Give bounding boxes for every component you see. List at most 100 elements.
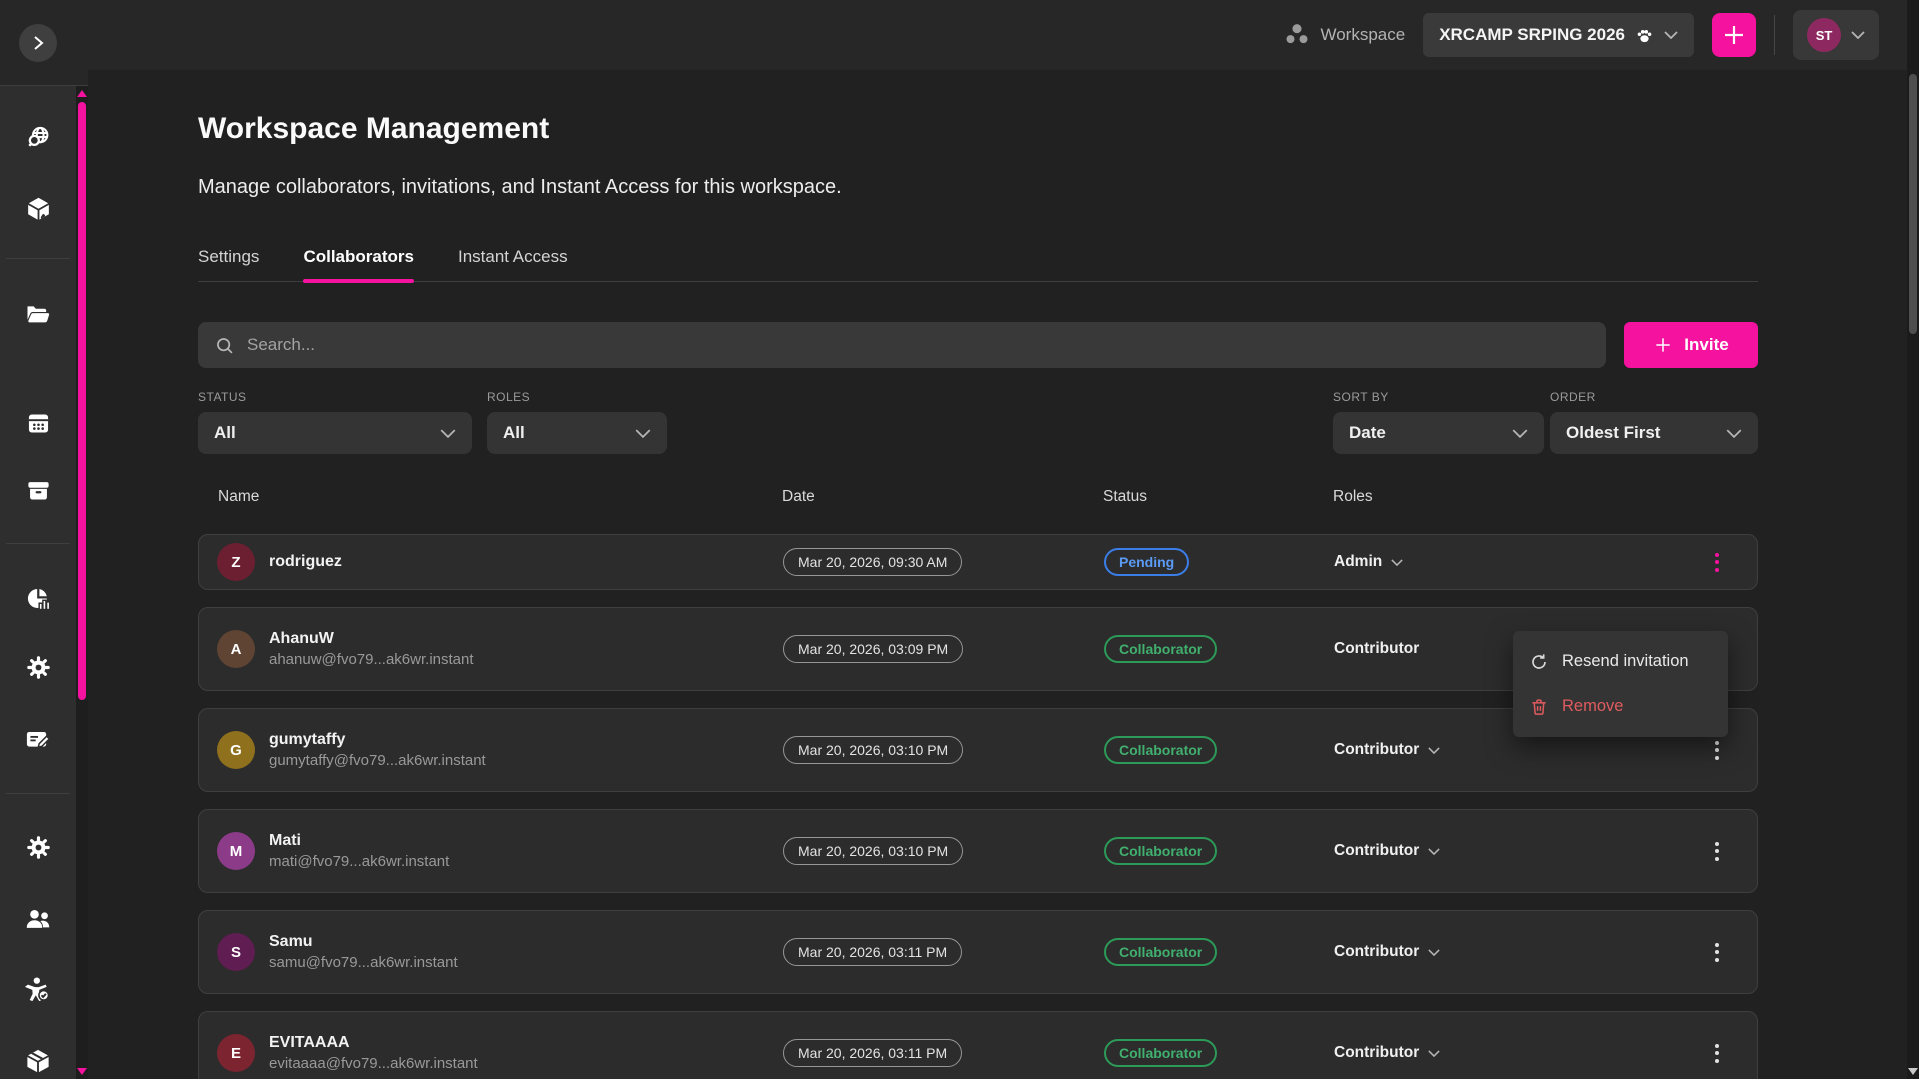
chevron-down-icon: [1851, 31, 1865, 39]
chevron-down-icon: [1664, 31, 1678, 39]
package-box-icon: [24, 1047, 52, 1075]
tab-instant-access[interactable]: Instant Access: [458, 247, 568, 281]
collaborator-email: samu@fvo79...ak6wr.instant: [269, 953, 458, 973]
header-roles: Roles: [1333, 488, 1673, 506]
app-window: Workspace XRCAMP SRPING 2026 ST: [0, 0, 1919, 1079]
sortby-filter-value: Date: [1349, 423, 1386, 443]
row-menu-button[interactable]: [1674, 842, 1759, 861]
resend-invitation-label: Resend invitation: [1562, 652, 1689, 671]
status-badge: Collaborator: [1104, 938, 1217, 966]
search-input[interactable]: [247, 335, 1590, 355]
analytics-pie-icon: [25, 585, 52, 612]
row-menu-button[interactable]: [1674, 1044, 1759, 1063]
scroll-up-arrow[interactable]: [77, 90, 87, 97]
sidebar-item-workspace-settings[interactable]: [0, 834, 76, 861]
header-status: Status: [1103, 488, 1333, 506]
page-title: Workspace Management: [198, 112, 1758, 146]
sidebar-item-access[interactable]: [0, 975, 76, 1003]
scroll-down-arrow[interactable]: [1908, 1068, 1918, 1075]
account-menu[interactable]: ST: [1793, 10, 1879, 60]
expand-sidebar-button[interactable]: [19, 24, 57, 62]
table-row: S Samu samu@fvo79...ak6wr.instant Mar 20…: [198, 910, 1758, 994]
sortby-filter: SORT BY Date: [1333, 390, 1544, 454]
sidebar-item-analytics[interactable]: [0, 585, 76, 612]
sidebar-divider: [6, 258, 70, 259]
collaborator-list: Z rodriguez Mar 20, 2026, 09:30 AM Pendi…: [198, 534, 1758, 1079]
role-dropdown[interactable]: Contributor: [1334, 1044, 1674, 1062]
roles-filter-select[interactable]: All: [487, 412, 667, 454]
row-menu-button[interactable]: [1674, 553, 1759, 572]
table-header: Name Date Status Roles: [198, 488, 1758, 506]
date-badge: Mar 20, 2026, 03:10 PM: [783, 837, 963, 865]
remove-menu-item[interactable]: Remove: [1513, 684, 1728, 729]
add-workspace-button[interactable]: [1712, 13, 1756, 57]
sidebar-scrollbar[interactable]: [76, 86, 88, 1079]
sidebar-scrollbar-thumb[interactable]: [78, 102, 86, 700]
avatar: S: [217, 933, 255, 971]
sidebar-divider: [6, 543, 70, 544]
chevron-down-icon: [635, 429, 651, 438]
chevron-down-icon: [440, 429, 456, 438]
avatar: A: [217, 630, 255, 668]
page-scrollbar-thumb[interactable]: [1909, 74, 1917, 334]
date-badge: Mar 20, 2026, 03:11 PM: [783, 938, 962, 966]
row-menu-button[interactable]: [1674, 943, 1759, 962]
status-filter-label: STATUS: [198, 390, 472, 404]
table-row: E EVITAAAA evitaaaa@fvo79...ak6wr.instan…: [198, 1011, 1758, 1079]
row-menu-button[interactable]: [1674, 741, 1759, 760]
chevron-down-icon: [1391, 559, 1403, 566]
collaborator-name: Mati: [269, 829, 449, 852]
avatar: ST: [1807, 18, 1841, 52]
sidebar-item-sign-card[interactable]: [0, 725, 76, 753]
role-dropdown[interactable]: Contributor: [1334, 842, 1674, 860]
tab-collaborators[interactable]: Collaborators: [303, 247, 414, 281]
sidebar-item-assets[interactable]: [0, 195, 76, 222]
role-dropdown[interactable]: Admin: [1334, 553, 1674, 571]
workspace-label: Workspace: [1320, 25, 1405, 45]
tab-settings[interactable]: Settings: [198, 247, 259, 281]
tab-bar: Settings Collaborators Instant Access: [198, 247, 1758, 282]
sortby-filter-select[interactable]: Date: [1333, 412, 1544, 454]
collaborator-name: AhanuW: [269, 627, 474, 650]
calendar-icon: [25, 410, 52, 437]
order-filter-select[interactable]: Oldest First: [1550, 412, 1758, 454]
role-dropdown[interactable]: Contributor: [1334, 741, 1674, 759]
resend-invitation-menu-item[interactable]: Resend invitation: [1513, 639, 1728, 684]
date-badge: Mar 20, 2026, 09:30 AM: [783, 548, 962, 576]
collaborator-email: gumytaffy@fvo79...ak6wr.instant: [269, 751, 486, 771]
sidebar-item-discover[interactable]: [0, 124, 76, 151]
role-dropdown[interactable]: Contributor: [1334, 943, 1674, 961]
roles-filter-label: ROLES: [487, 390, 667, 404]
card-edit-icon: [24, 725, 52, 753]
status-filter-select[interactable]: All: [198, 412, 472, 454]
chevron-down-icon: [1428, 949, 1440, 956]
role-value: Contributor: [1334, 1044, 1419, 1062]
status-filter-value: All: [214, 423, 236, 443]
sidebar-divider: [6, 793, 70, 794]
trash-icon: [1529, 697, 1549, 717]
sidebar-item-settings[interactable]: [0, 654, 76, 681]
collaborator-email: ahanuw@fvo79...ak6wr.instant: [269, 650, 474, 670]
sidebar-item-members[interactable]: [0, 905, 76, 933]
collaborator-name: rodriguez: [269, 550, 342, 573]
role-value: Contributor: [1334, 842, 1419, 860]
avatar: E: [217, 1034, 255, 1072]
role-value: Contributor: [1334, 640, 1419, 658]
sidebar-item-projects[interactable]: [0, 300, 76, 328]
asset-cube-icon: [25, 195, 52, 222]
header-date: Date: [782, 488, 1103, 506]
invite-button[interactable]: Invite: [1624, 322, 1758, 368]
order-filter-value: Oldest First: [1566, 423, 1660, 443]
avatar: M: [217, 832, 255, 870]
sidebar-item-calendar[interactable]: [0, 410, 76, 437]
workspace-selector[interactable]: XRCAMP SRPING 2026: [1423, 13, 1694, 57]
scroll-down-arrow[interactable]: [77, 1068, 87, 1075]
page-scrollbar[interactable]: [1907, 0, 1919, 1079]
sidebar-item-packages[interactable]: [0, 1047, 76, 1075]
topbar-divider: [1774, 15, 1775, 55]
sidebar-item-archive[interactable]: [0, 477, 76, 504]
collaborator-name: Samu: [269, 930, 458, 953]
table-row: Z rodriguez Mar 20, 2026, 09:30 AM Pendi…: [198, 534, 1758, 590]
avatar: G: [217, 731, 255, 769]
chevron-right-icon: [31, 36, 45, 50]
